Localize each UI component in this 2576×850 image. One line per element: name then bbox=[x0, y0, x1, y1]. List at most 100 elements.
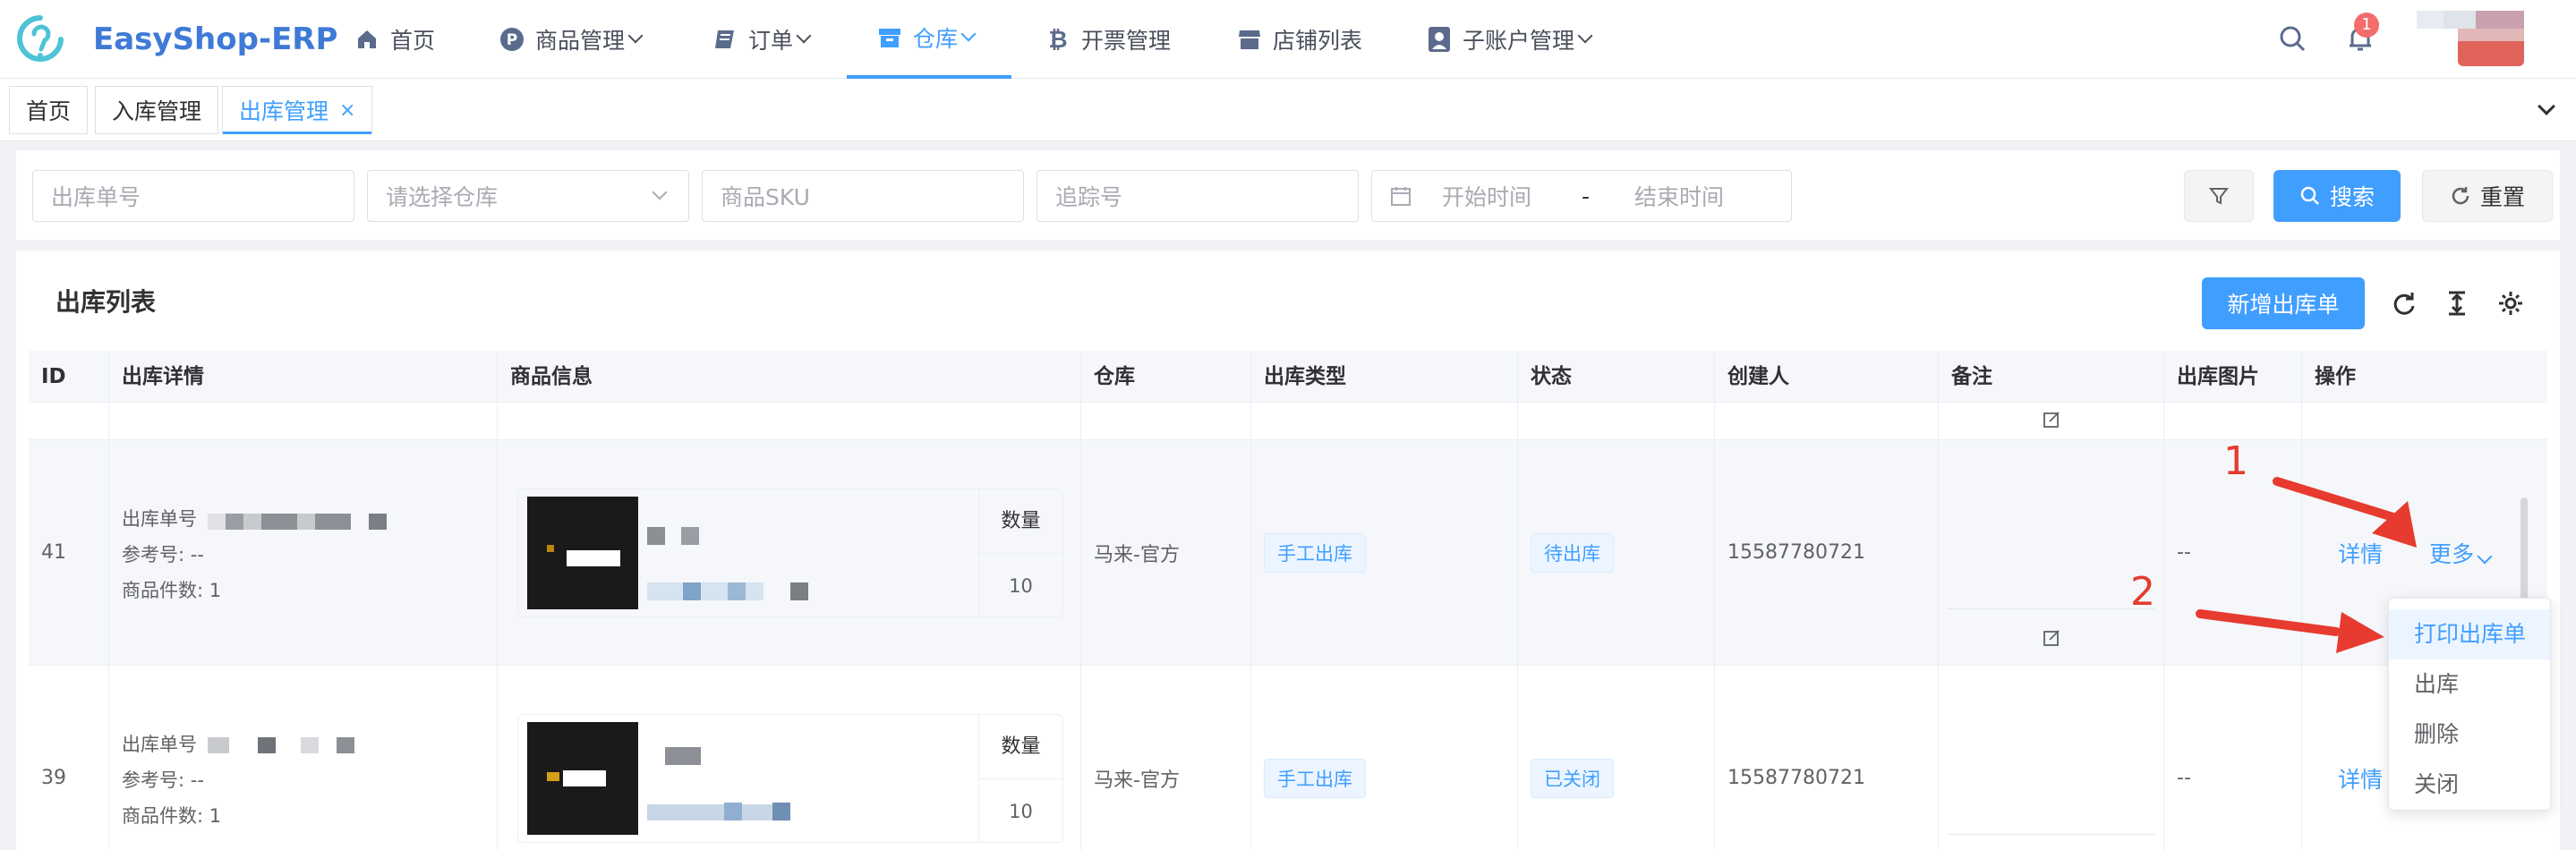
edit-icon[interactable] bbox=[2043, 410, 2062, 429]
tag-label: 入库管理 bbox=[112, 98, 202, 124]
quantity-column: 数量 10 bbox=[978, 715, 1062, 842]
detail-link[interactable]: 详情 bbox=[2338, 762, 2383, 795]
column-height-icon[interactable] bbox=[2444, 290, 2470, 317]
reference-no: 参考号: -- bbox=[122, 544, 204, 565]
nav-subaccounts-label: 子账户管理 bbox=[1463, 28, 1575, 54]
cell bbox=[1939, 403, 2164, 439]
cell bbox=[109, 403, 498, 439]
sku-input[interactable]: 商品SKU bbox=[702, 170, 1024, 222]
menu-print-outbound[interactable]: 打印出库单 bbox=[2389, 609, 2550, 659]
cell bbox=[2164, 403, 2302, 439]
menu-delete[interactable]: 删除 bbox=[2389, 710, 2550, 760]
user-badge-icon bbox=[1427, 27, 1452, 52]
tag-outbound[interactable]: 出库管理 × bbox=[222, 86, 373, 134]
home-icon bbox=[354, 27, 380, 52]
menu-close[interactable]: 关闭 bbox=[2389, 760, 2550, 810]
goods-card: 数量 10 bbox=[517, 489, 1063, 617]
filter-button[interactable] bbox=[2184, 170, 2254, 222]
col-warehouse: 仓库 bbox=[1081, 351, 1251, 403]
filter-panel: 出库单号 请选择仓库 商品SKU 追踪号 开始时间 - 结束时间 搜索 重置 bbox=[16, 150, 2560, 240]
col-actions: 操作 bbox=[2315, 365, 2356, 388]
status-cell: 已关闭 bbox=[1518, 666, 1715, 850]
date-range-picker[interactable]: 开始时间 - 结束时间 bbox=[1371, 170, 1792, 222]
nav-warehouse[interactable]: 仓库 bbox=[847, 0, 1011, 79]
tags-bar: 首页 入库管理 出库管理 × bbox=[0, 79, 2576, 141]
reset-button[interactable]: 重置 bbox=[2422, 170, 2553, 222]
quantity-header: 数量 bbox=[979, 489, 1062, 554]
table-row bbox=[29, 403, 2547, 440]
end-time[interactable]: 结束时间 bbox=[1634, 180, 1724, 212]
nav-orders-label: 订单 bbox=[748, 28, 794, 54]
annotation-number-1: 1 bbox=[2223, 438, 2248, 484]
table-row[interactable]: 41 出库单号 参考号: -- 商品件数: 1 数量 10 马来-官方 手工出库… bbox=[29, 440, 2547, 666]
col-outbound-image: 出库图片 bbox=[2164, 351, 2302, 403]
warehouse-select[interactable]: 请选择仓库 bbox=[367, 170, 689, 222]
nav-home[interactable]: 首页 bbox=[354, 0, 435, 79]
nav-subaccounts[interactable]: 子账户管理 bbox=[1427, 0, 1593, 79]
col-outbound-type: 出库类型 bbox=[1251, 351, 1518, 403]
col-remark: 备注 bbox=[1939, 351, 2164, 403]
status-badge: 已关闭 bbox=[1531, 758, 1614, 798]
status-cell: 待出库 bbox=[1518, 440, 1715, 665]
chevron-down-icon bbox=[1577, 28, 1593, 44]
tracking-input[interactable]: 追踪号 bbox=[1036, 170, 1359, 222]
book-icon bbox=[712, 27, 738, 52]
outbound-type-cell: 手工出库 bbox=[1251, 666, 1518, 850]
search-button-label: 搜索 bbox=[2329, 184, 2375, 210]
outbound-type-tag: 手工出库 bbox=[1264, 532, 1366, 573]
outbound-detail-cell: 出库单号 参考号: -- 商品件数: 1 bbox=[109, 666, 498, 850]
product-thumbnail[interactable] bbox=[527, 497, 638, 609]
row-id: 39 bbox=[29, 666, 109, 850]
more-dropdown[interactable]: 更多 bbox=[2429, 537, 2493, 569]
nav-invoice[interactable]: ₿ 开票管理 bbox=[1045, 0, 1171, 79]
goods-card: 数量 10 bbox=[517, 714, 1063, 843]
product-p-icon: P bbox=[499, 27, 525, 52]
tag-inbound[interactable]: 入库管理 bbox=[95, 86, 219, 134]
refresh-icon[interactable] bbox=[2390, 290, 2417, 317]
outbound-no-label: 出库单号 bbox=[122, 508, 197, 530]
avatar[interactable] bbox=[2417, 11, 2524, 68]
cell bbox=[29, 403, 109, 439]
notification-badge: 1 bbox=[2354, 13, 2379, 38]
col-creator: 创建人 bbox=[1715, 351, 1939, 403]
chevron-down-icon bbox=[2477, 548, 2493, 565]
goods-info-cell: 数量 10 bbox=[498, 440, 1081, 665]
creator-cell: 15587780721 bbox=[1715, 666, 1939, 850]
top-navbar: EasyShop-ERP 首页 P 商品管理 订单 仓库 ₿ 开票管理 店铺列表… bbox=[0, 0, 2576, 79]
outbound-no-input[interactable]: 出库单号 bbox=[32, 170, 354, 222]
quantity-value: 10 bbox=[1009, 801, 1033, 822]
detail-link[interactable]: 详情 bbox=[2338, 537, 2383, 569]
outbound-image-cell: -- bbox=[2164, 666, 2302, 850]
add-outbound-button[interactable]: 新增出库单 bbox=[2202, 277, 2365, 329]
tag-home[interactable]: 首页 bbox=[9, 86, 89, 134]
brand-title: EasyShop-ERP bbox=[93, 21, 338, 57]
close-icon[interactable]: × bbox=[339, 99, 355, 122]
list-title: 出库列表 bbox=[55, 287, 157, 317]
start-time[interactable]: 开始时间 bbox=[1442, 180, 1531, 212]
nav-warehouse-label: 仓库 bbox=[913, 26, 959, 52]
outbound-list-card: 出库列表 新增出库单 ID 出库详情 商品信息 仓库 出库类型 状态 创建人 备… bbox=[16, 251, 2560, 850]
nav-stores[interactable]: 店铺列表 bbox=[1237, 0, 1362, 79]
refresh-icon bbox=[2452, 187, 2469, 205]
nav-orders[interactable]: 订单 bbox=[712, 0, 812, 79]
outbound-detail-cell: 出库单号 参考号: -- 商品件数: 1 bbox=[109, 440, 498, 665]
menu-outbound[interactable]: 出库 bbox=[2389, 659, 2550, 710]
product-thumbnail[interactable] bbox=[527, 722, 638, 835]
outbound-type-tag: 手工出库 bbox=[1264, 758, 1366, 798]
chevron-down-icon bbox=[796, 28, 812, 44]
quantity-value: 10 bbox=[1009, 575, 1033, 597]
edit-icon[interactable] bbox=[2043, 628, 2062, 648]
nav-products[interactable]: P 商品管理 bbox=[499, 0, 644, 79]
warehouse-cell: 马来-官方 bbox=[1081, 440, 1251, 665]
gear-icon[interactable] bbox=[2497, 290, 2524, 317]
store-icon bbox=[1237, 27, 1262, 52]
col-id: ID bbox=[29, 351, 109, 403]
table-scrollbar[interactable] bbox=[2521, 497, 2528, 605]
search-button[interactable]: 搜索 bbox=[2273, 170, 2401, 222]
search-icon[interactable] bbox=[2277, 23, 2307, 54]
logo-icon bbox=[17, 15, 64, 62]
range-separator: - bbox=[1582, 183, 1591, 209]
remark-cell bbox=[1939, 666, 2164, 850]
table-row[interactable]: 39 出库单号 参考号: -- 商品件数: 1 数量 10 马来-官方 手工出库… bbox=[29, 666, 2547, 850]
nav-stores-label: 店铺列表 bbox=[1273, 28, 1363, 54]
